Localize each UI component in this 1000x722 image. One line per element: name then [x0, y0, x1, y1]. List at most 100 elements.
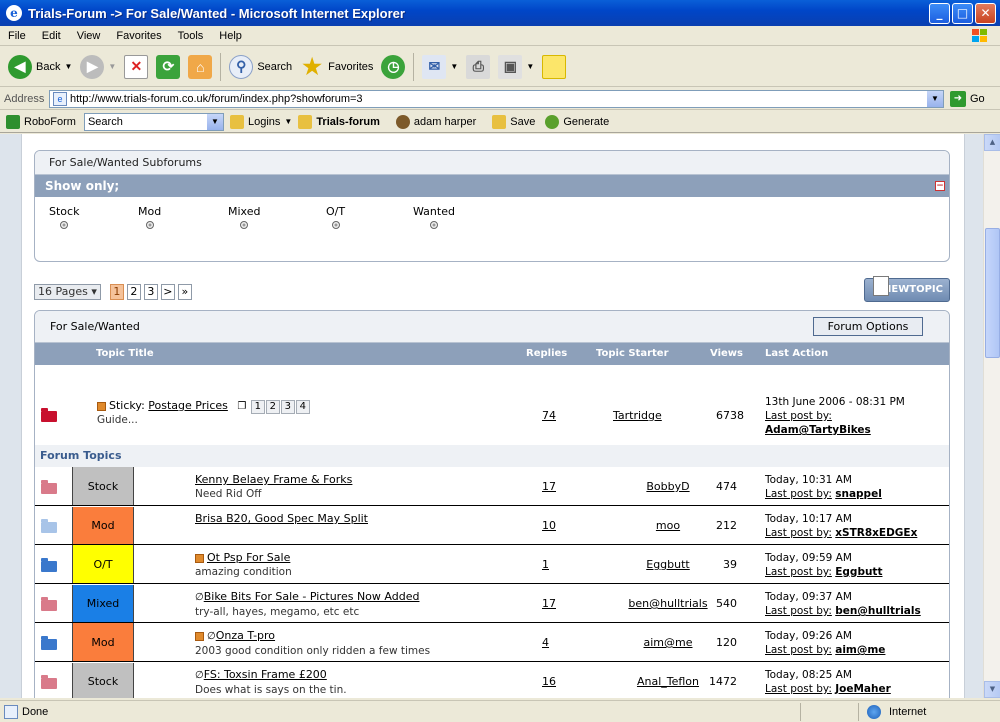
topic-title-link[interactable]: Bike Bits For Sale - Pictures Now Added: [204, 590, 420, 603]
address-dropdown-icon[interactable]: ▼: [927, 91, 943, 107]
page-3[interactable]: 3: [143, 284, 158, 300]
last-post-by-link[interactable]: Last post by:: [765, 683, 832, 695]
status-text: Done: [22, 705, 49, 718]
vertical-scrollbar[interactable]: ▲ ▼: [983, 134, 1000, 698]
mail-button[interactable]: ✉ ▼: [422, 54, 458, 79]
collapse-icon[interactable]: −: [935, 181, 945, 191]
last-post-user-link[interactable]: JoeMaher: [835, 683, 891, 695]
replies-link[interactable]: 74: [542, 409, 556, 422]
topic-title-link[interactable]: Postage Prices: [148, 399, 228, 412]
logins-dropdown-icon[interactable]: ▼: [284, 117, 292, 126]
filter-wanted[interactable]: Wanted: [413, 205, 455, 229]
search-dropdown-icon[interactable]: ▼: [206, 113, 223, 130]
last-post-user-link[interactable]: aim@me: [835, 644, 885, 656]
replies-link[interactable]: 1: [542, 558, 549, 571]
favorites-button[interactable]: ★ Favorites: [300, 54, 373, 79]
save-button[interactable]: Save: [492, 114, 535, 129]
last-post-by-link[interactable]: Last post by:: [765, 488, 832, 500]
last-post-by-link[interactable]: Last post by:: [765, 527, 832, 539]
mini-page-1[interactable]: 1: [250, 400, 265, 414]
topic-title-link[interactable]: Onza T-pro: [216, 629, 275, 642]
last-post-by-link[interactable]: Last post by:: [765, 566, 832, 578]
mini-page-4[interactable]: 4: [295, 400, 310, 414]
replies-link[interactable]: 10: [542, 519, 556, 532]
home-button[interactable]: ⌂: [188, 54, 213, 79]
next-page[interactable]: >: [160, 284, 175, 300]
logins-button[interactable]: Logins ▼: [229, 114, 292, 129]
mini-page-3[interactable]: 3: [280, 400, 295, 414]
forum-title: For Sale/Wanted: [50, 320, 140, 333]
page-1[interactable]: 1: [109, 284, 124, 300]
filter-stock[interactable]: Stock: [49, 205, 79, 229]
page-2[interactable]: 2: [126, 284, 141, 300]
menu-file[interactable]: File: [0, 30, 34, 42]
replies-link[interactable]: 4: [542, 636, 549, 649]
replies-link[interactable]: 17: [542, 480, 556, 493]
col-topic-title[interactable]: Topic Title: [96, 343, 154, 365]
replies-link[interactable]: 17: [542, 597, 556, 610]
last-post-by-link[interactable]: Last post by:: [765, 605, 832, 617]
close-button[interactable]: ✕: [975, 3, 996, 24]
roboform-search-input[interactable]: Search ▼: [83, 112, 224, 131]
search-button[interactable]: ⚲ Search: [229, 54, 292, 79]
go-button[interactable]: ➜ Go: [950, 91, 985, 107]
refresh-button[interactable]: ⟳: [156, 54, 181, 79]
new-topic-button[interactable]: NEWTOPIC: [864, 276, 950, 302]
generate-button[interactable]: Generate: [545, 114, 609, 129]
pages-dropdown[interactable]: 16 Pages ▾: [34, 284, 101, 300]
topic-title-link[interactable]: FS: Toxsin Frame £200: [204, 668, 327, 681]
menu-edit[interactable]: Edit: [34, 30, 69, 42]
col-last-action[interactable]: Last Action: [765, 343, 828, 365]
last-post-by-link[interactable]: Last post by:: [765, 409, 905, 423]
trials-forum-login[interactable]: Trials-forum: [298, 114, 380, 129]
last-post-user-link[interactable]: xSTR8xEDGEx: [835, 527, 917, 539]
last-post-user-link[interactable]: ben@hulltrials: [835, 605, 921, 617]
topic-title-link[interactable]: Kenny Belaey Frame & Forks: [195, 473, 352, 486]
last-post-user-link[interactable]: Eggbutt: [835, 566, 882, 578]
last-post-user-link[interactable]: snappel: [835, 488, 882, 500]
last-post-by-link[interactable]: Last post by:: [765, 644, 832, 656]
last-page[interactable]: »: [177, 284, 192, 300]
menu-view[interactable]: View: [69, 30, 109, 42]
filter-mod[interactable]: Mod: [138, 205, 161, 229]
forward-dropdown-icon[interactable]: ▼: [108, 62, 116, 71]
radio-icon[interactable]: [60, 221, 69, 229]
stop-button[interactable]: ✕: [124, 54, 149, 79]
print-button[interactable]: ⎙: [466, 54, 491, 79]
back-dropdown-icon[interactable]: ▼: [64, 62, 72, 71]
topic-title-link[interactable]: Ot Psp For Sale: [207, 551, 290, 564]
identity-button[interactable]: adam harper: [395, 114, 476, 129]
col-starter[interactable]: Topic Starter: [596, 343, 669, 365]
forum-options-button[interactable]: Forum Options: [813, 317, 923, 336]
notes-button[interactable]: [542, 54, 567, 79]
menu-favorites[interactable]: Favorites: [108, 30, 169, 42]
menu-help[interactable]: Help: [211, 30, 250, 42]
filter-ot[interactable]: O/T: [326, 205, 345, 229]
scroll-thumb[interactable]: [985, 228, 1000, 358]
topic-title-link[interactable]: Brisa B20, Good Spec May Split: [195, 512, 368, 525]
radio-icon[interactable]: [240, 221, 249, 229]
filter-mixed[interactable]: Mixed: [228, 205, 260, 229]
edit-button[interactable]: ▣ ▼: [498, 54, 534, 79]
col-views[interactable]: Views: [710, 343, 743, 365]
address-input[interactable]: e http://www.trials-forum.co.uk/forum/in…: [49, 90, 944, 108]
mini-page-2[interactable]: 2: [265, 400, 280, 414]
forward-button[interactable]: ▶ ▼: [80, 54, 116, 79]
col-replies[interactable]: Replies: [526, 343, 567, 365]
history-button[interactable]: ◷: [381, 54, 406, 79]
radio-icon[interactable]: [145, 221, 154, 229]
menu-tools[interactable]: Tools: [170, 30, 212, 42]
starter-link[interactable]: Tartridge: [613, 409, 662, 422]
scroll-down-icon[interactable]: ▼: [984, 681, 1000, 698]
replies-link[interactable]: 16: [542, 675, 556, 688]
last-post-user-link[interactable]: Adam@TartyBikes: [765, 423, 905, 437]
radio-icon[interactable]: [331, 221, 340, 229]
edit-dropdown-icon[interactable]: ▼: [526, 62, 534, 71]
back-button[interactable]: ◀ Back ▼: [8, 54, 72, 79]
radio-icon[interactable]: [429, 221, 438, 229]
scroll-up-icon[interactable]: ▲: [984, 134, 1000, 151]
roboform-button[interactable]: RoboForm: [6, 114, 76, 129]
maximize-button[interactable]: □: [952, 3, 973, 24]
minimize-button[interactable]: _: [929, 3, 950, 24]
mail-dropdown-icon[interactable]: ▼: [450, 62, 458, 71]
